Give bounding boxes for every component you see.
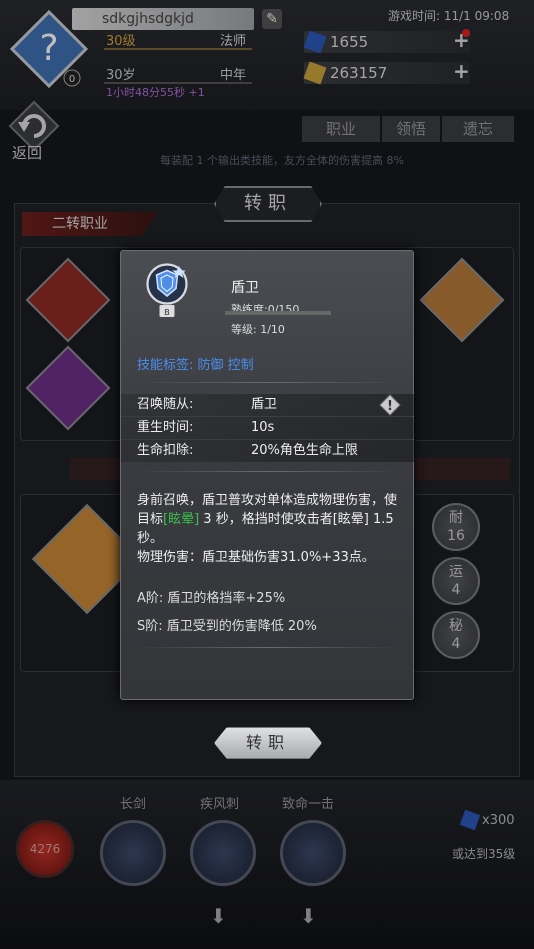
divider (137, 382, 399, 383)
skill-name: 盾卫 (231, 280, 259, 296)
divider (137, 647, 399, 648)
skill-tags: 技能标签: 防御 控制 (137, 358, 254, 373)
job-change-button[interactable]: 转职 (214, 727, 322, 759)
tier-a-bonus: A阶: 盾卫的格挡率+25% (137, 591, 286, 606)
skill-description: 身前召唤，盾卫普攻对单体造成物理伤害，使目标[眩晕] 3 秒，格挡时使攻击者[眩… (137, 493, 398, 565)
divider (137, 471, 399, 472)
row-summon: 召唤随从: 盾卫 (121, 394, 415, 416)
stun-keyword: [眩晕] (163, 512, 200, 527)
row-hp-cost: 生命扣除: 20%角色生命上限 (121, 440, 415, 462)
info-warning-icon[interactable]: ! (379, 394, 401, 416)
proficiency-bar (225, 311, 331, 315)
skill-detail-popup: B 盾卫 熟练度:0/150 等级: 1/10 技能标签: 防御 控制 召唤随从… (120, 250, 415, 700)
skill-level: 等级: 1/10 (231, 323, 285, 336)
svg-text:B: B (164, 307, 170, 317)
tier-s-bonus: S阶: 盾卫受到的伤害降低 20% (137, 619, 317, 634)
svg-text:!: ! (387, 399, 393, 414)
shield-skill-icon: B (146, 263, 188, 317)
row-respawn: 重生时间: 10s (121, 417, 415, 439)
